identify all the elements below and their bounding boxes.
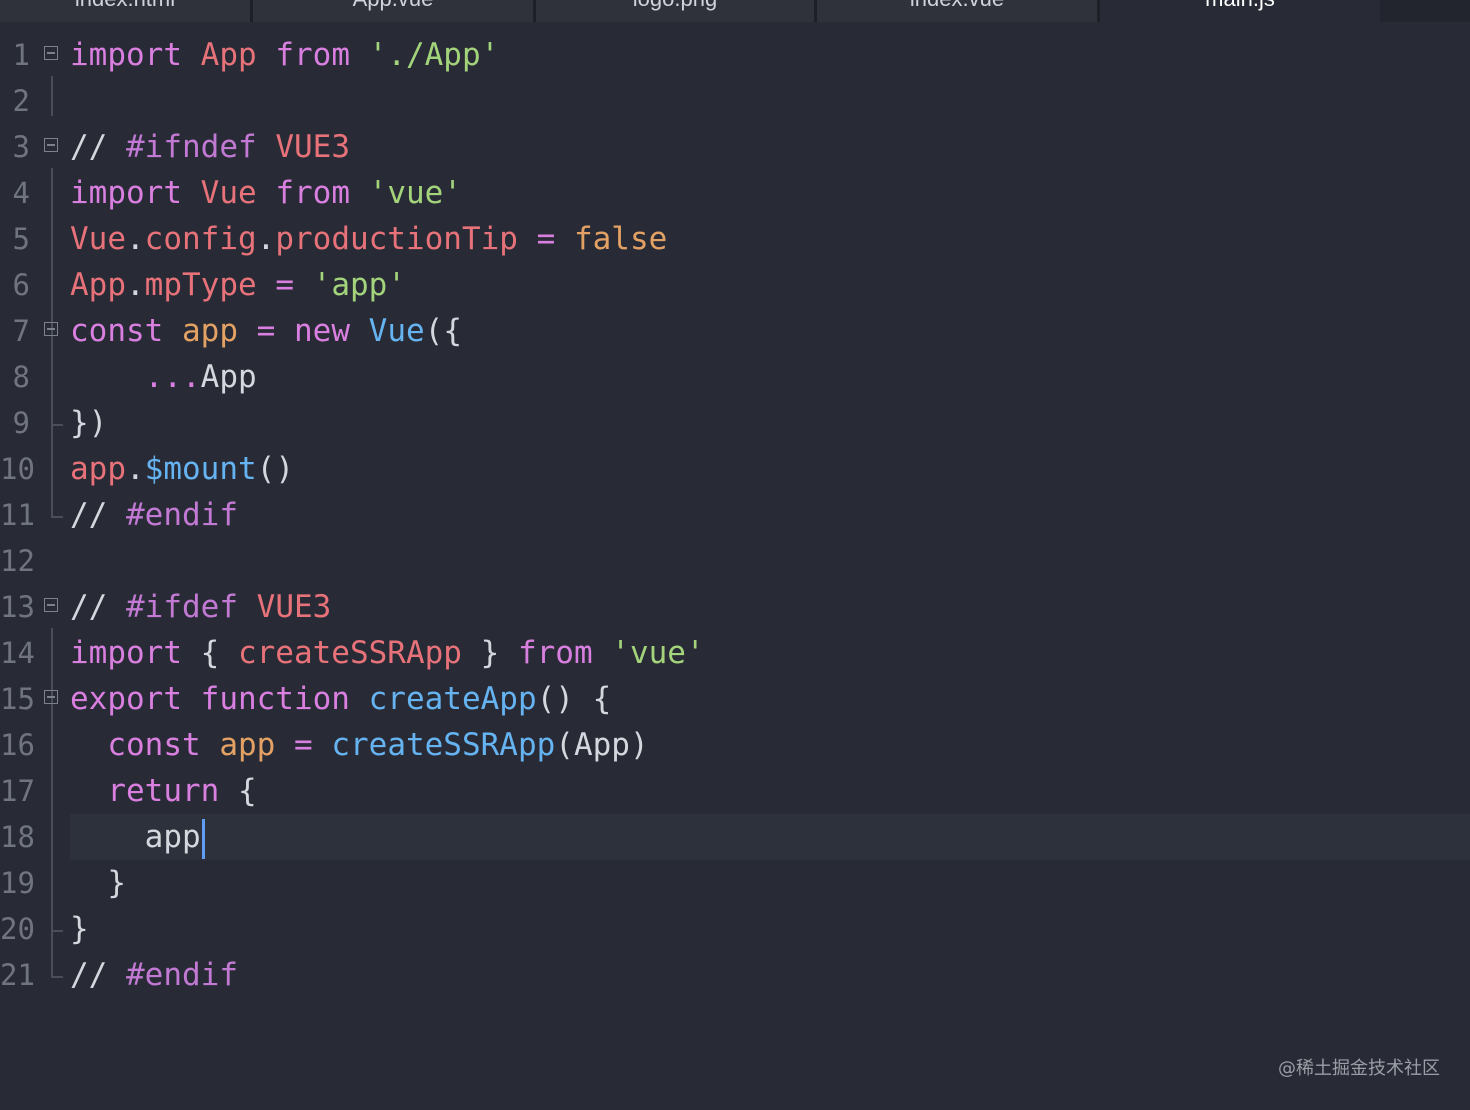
code-text: import { createSSRApp } from 'vue' xyxy=(70,635,705,671)
code-line[interactable]: 13 // #ifdef VUE3 xyxy=(0,584,1470,630)
line-number: 6 xyxy=(12,268,30,302)
tab-app-vue[interactable]: App.vue xyxy=(253,0,533,22)
code-line[interactable]: 21 // #endif xyxy=(0,952,1470,998)
code-line[interactable]: 15 export function createApp() { xyxy=(0,676,1470,722)
fold-toggle-icon[interactable] xyxy=(44,46,58,60)
fold-toggle-icon[interactable] xyxy=(44,690,58,704)
code-text: } xyxy=(70,911,89,947)
code-line[interactable]: 3 // #ifndef VUE3 xyxy=(0,124,1470,170)
line-number: 14 xyxy=(0,636,35,670)
line-number: 2 xyxy=(12,84,30,118)
watermark: @稀土掘金技术社区 xyxy=(1278,1058,1440,1079)
fold-toggle-icon[interactable] xyxy=(44,322,58,336)
code-text: }) xyxy=(70,405,108,441)
code-editor[interactable]: 1 import App from './App' 2 3 // #ifndef… xyxy=(0,32,1470,1032)
code-text: App.mpType = 'app' xyxy=(70,267,406,303)
code-line[interactable]: 11 // #endif xyxy=(0,492,1470,538)
line-number: 21 xyxy=(0,958,35,992)
code-text: import App from './App' xyxy=(70,37,500,73)
code-line[interactable]: 20 } xyxy=(0,906,1470,952)
code-text: } xyxy=(107,865,126,901)
line-number: 13 xyxy=(0,590,35,624)
code-text: return { xyxy=(107,773,257,809)
text-cursor xyxy=(201,818,205,859)
line-number: 19 xyxy=(0,866,35,900)
line-number: 17 xyxy=(0,774,35,808)
tab-bar: index.html App.vue logo.png index.vue ma… xyxy=(0,0,1470,22)
line-number: 16 xyxy=(0,728,35,762)
code-line-current[interactable]: 18 app xyxy=(0,814,1470,860)
line-number: 12 xyxy=(0,544,35,578)
code-line[interactable]: 17 return { xyxy=(0,768,1470,814)
code-line[interactable]: 7 const app = new Vue({ xyxy=(0,308,1470,354)
code-line[interactable]: 2 xyxy=(0,78,1470,124)
line-number: 5 xyxy=(12,222,30,256)
line-number: 4 xyxy=(12,176,30,210)
line-number: 7 xyxy=(12,314,30,348)
code-text: // #endif xyxy=(70,957,238,993)
line-number: 3 xyxy=(12,130,30,164)
line-number: 11 xyxy=(0,498,35,532)
line-number: 20 xyxy=(0,912,35,946)
fold-toggle-icon[interactable] xyxy=(44,598,58,612)
code-line[interactable]: 9 }) xyxy=(0,400,1470,446)
code-line[interactable]: 12 xyxy=(0,538,1470,584)
code-text: import Vue from 'vue' xyxy=(70,175,462,211)
line-number: 18 xyxy=(0,820,35,854)
code-text: const app = new Vue({ xyxy=(70,313,462,349)
line-number: 10 xyxy=(0,452,35,486)
code-text: // #ifdef VUE3 xyxy=(70,589,332,625)
line-number: 8 xyxy=(12,360,30,394)
code-text: // #ifndef VUE3 xyxy=(70,129,350,165)
fold-toggle-icon[interactable] xyxy=(44,138,58,152)
line-number: 1 xyxy=(12,38,30,72)
tab-bar-filler xyxy=(1380,0,1470,22)
code-text: // #endif xyxy=(70,497,238,533)
code-line[interactable]: 16 const app = createSSRApp(App) xyxy=(0,722,1470,768)
code-text: export function createApp() { xyxy=(70,681,612,717)
code-text: ...App xyxy=(144,359,257,395)
code-text: Vue.config.productionTip = false xyxy=(70,221,668,257)
line-number: 15 xyxy=(0,682,35,716)
tab-main-js[interactable]: main.js xyxy=(1100,0,1380,22)
code-line[interactable]: 14 import { createSSRApp } from 'vue' xyxy=(0,630,1470,676)
code-line[interactable]: 10 app.$mount() xyxy=(0,446,1470,492)
code-text: app xyxy=(70,814,205,860)
code-text: app.$mount() xyxy=(70,451,294,487)
code-line[interactable]: 4 import Vue from 'vue' xyxy=(0,170,1470,216)
tab-index-html[interactable]: index.html xyxy=(0,0,250,22)
code-line[interactable]: 5 Vue.config.productionTip = false xyxy=(0,216,1470,262)
code-line[interactable]: 19 } xyxy=(0,860,1470,906)
code-line[interactable]: 1 import App from './App' xyxy=(0,32,1470,78)
line-number: 9 xyxy=(12,406,30,440)
tab-index-vue[interactable]: index.vue xyxy=(817,0,1097,22)
code-text: const app = createSSRApp(App) xyxy=(107,727,649,763)
code-line[interactable]: 8 ...App xyxy=(0,354,1470,400)
tab-logo-png[interactable]: logo.png xyxy=(536,0,814,22)
code-line[interactable]: 6 App.mpType = 'app' xyxy=(0,262,1470,308)
